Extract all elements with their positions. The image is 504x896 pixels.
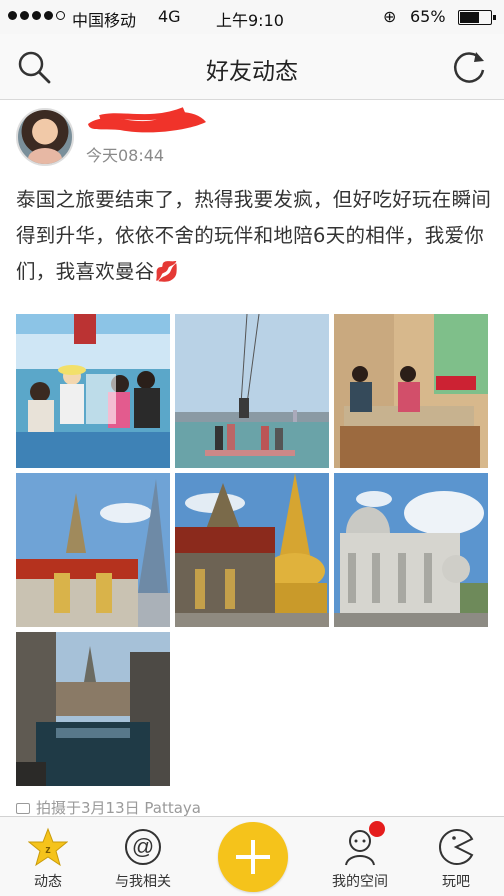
tab-related[interactable]: @ 与我相关: [98, 817, 188, 896]
at-sign-icon: @: [125, 829, 161, 865]
tab-bar: z 动态 @ 与我相关 我的空间 玩吧: [0, 816, 504, 896]
orientation-lock-icon: ⊕: [383, 7, 397, 26]
status-bar: 中国移动 4G 上午9:10 ⊕ 65%: [0, 0, 504, 34]
tab-my-space[interactable]: 我的空间: [315, 817, 405, 896]
post-time: 今天08:44: [86, 146, 165, 165]
photo-1[interactable]: [16, 314, 170, 468]
tab-play[interactable]: 玩吧: [411, 817, 501, 896]
svg-text:z: z: [45, 844, 51, 856]
photo-temple-spire-image: [16, 473, 170, 627]
photo-6[interactable]: [334, 473, 488, 627]
tab-label-my-space: 我的空间: [332, 874, 388, 890]
tab-label-related: 与我相关: [115, 874, 171, 890]
redacted-username: [88, 107, 206, 133]
camera-icon: [16, 803, 30, 814]
tab-label-play: 玩吧: [442, 874, 470, 890]
signal-strength-icon: [8, 11, 65, 20]
photo-7[interactable]: [16, 632, 170, 786]
post-body: 泰国之旅要结束了，热得我要发疯，但好吃好玩在瞬间得到升华，依依不舍的玩伴和地陪6…: [16, 188, 492, 283]
battery-percent: 65%: [410, 7, 446, 26]
status-time: 上午9:10: [216, 11, 284, 30]
refresh-icon: [454, 52, 485, 83]
add-post-button[interactable]: [218, 822, 288, 892]
refresh-button[interactable]: [450, 48, 488, 86]
photo-pool-image: [16, 632, 170, 786]
post-text: 泰国之旅要结束了，热得我要发疯，但好吃好玩在瞬间得到升华，依依不舍的玩伴和地陪6…: [16, 182, 492, 290]
page-title: 好友动态: [206, 59, 298, 85]
network-type: 4G: [158, 7, 181, 26]
photo-palace-image: [334, 473, 488, 627]
svg-text:@: @: [132, 834, 154, 859]
photo-golden-stupa-image: [175, 473, 329, 627]
photo-parasail-image: [175, 314, 329, 468]
star-icon: z: [28, 827, 68, 867]
photo-boat-group-image: [16, 314, 170, 468]
notification-badge: [369, 821, 385, 837]
photo-2[interactable]: [175, 314, 329, 468]
carrier-name: 中国移动: [72, 11, 137, 30]
photo-5[interactable]: [175, 473, 329, 627]
location-text: 拍摄于3月13日 Pattaya: [36, 800, 201, 816]
tab-feed[interactable]: z 动态: [3, 817, 93, 896]
tab-label-feed: 动态: [34, 874, 62, 890]
avatar[interactable]: [16, 108, 74, 166]
photo-3[interactable]: [334, 314, 488, 468]
photo-4[interactable]: [16, 473, 170, 627]
pacman-icon: [439, 829, 474, 865]
photo-lobby-image: [334, 314, 488, 468]
nav-bar: 好友动态: [0, 34, 504, 100]
lips-emoji-icon: 💋: [154, 260, 180, 283]
feed-post: 今天08:44 泰国之旅要结束了，热得我要发疯，但好吃好玩在瞬间得到升华，依依不…: [0, 100, 504, 816]
photo-location: 拍摄于3月13日 Pattaya: [16, 800, 201, 816]
battery-icon: [458, 10, 496, 25]
battery-fill: [460, 12, 479, 23]
